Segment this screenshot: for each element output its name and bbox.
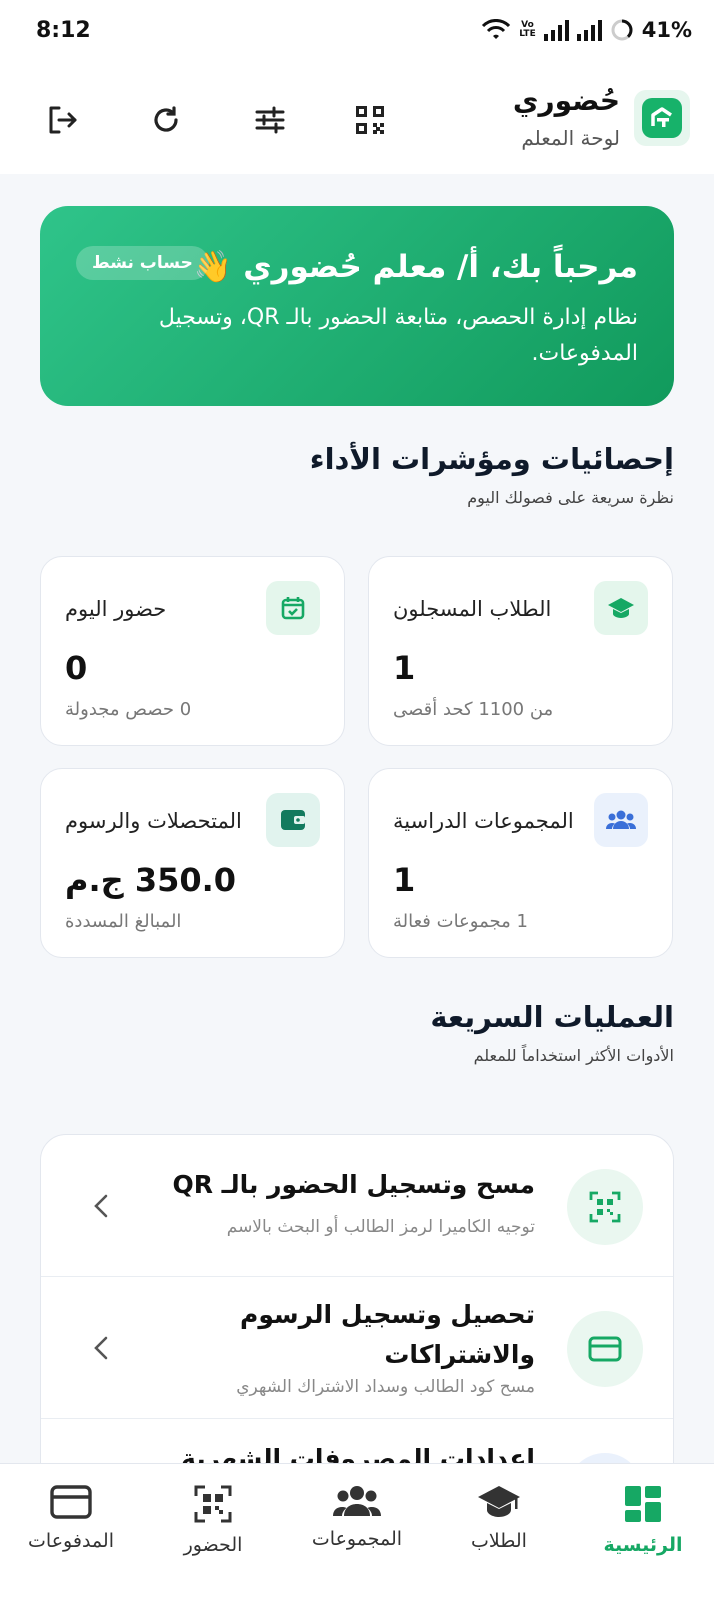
chevron-left-icon [89,1333,113,1363]
account-status-badge: حساب نشط [76,246,209,280]
nav-home[interactable]: الرئيسية [578,1484,708,1556]
app-title: حُضوري [512,84,620,117]
credit-card-icon [567,1311,643,1387]
stat-sub: 1 مجموعات فعالة [393,911,528,932]
stat-sub: من 1100 كحد أقصى [393,699,554,720]
chevron-left-icon [89,1191,113,1221]
stat-label: حضور اليوم [65,597,167,621]
signal-icon [543,19,569,41]
dashboard-icon [625,1486,661,1522]
battery-percent: 41% [641,18,692,42]
stat-card-attendance[interactable]: حضور اليوم 0 0 حصص مجدولة [40,556,345,746]
action-title: تحصيل وتسجيل الرسوم والاشتراكات [240,1300,535,1369]
welcome-banner: مرحباً بك، أ/ معلم حُضوري 👋 حساب نشط نظا… [40,206,674,406]
app-logo [634,90,690,146]
qr-code-icon [194,1485,232,1523]
users-icon [594,793,648,847]
action-title: مسح وتسجيل الحضور بالـ QR [172,1170,535,1199]
calendar-check-icon [266,581,320,635]
welcome-title: مرحباً بك، أ/ معلم حُضوري 👋 [193,249,638,285]
refresh-icon [154,106,178,132]
stat-sub: المبالغ المسددة [65,911,182,932]
status-time: 8:12 [36,18,91,43]
graduation-cap-icon [478,1486,520,1517]
sliders-icon [255,106,285,134]
nav-groups[interactable]: المجموعات [292,1484,422,1550]
stat-label: المجموعات الدراسية [393,809,574,833]
nav-label: الحضور [183,1534,243,1556]
qr-code-button[interactable] [348,98,392,142]
stats-section-title: إحصائيات ومؤشرات الأداء [309,442,674,476]
qr-code-icon [356,106,384,134]
stat-sub: 0 حصص مجدولة [65,699,192,720]
logout-button[interactable] [40,98,84,142]
actions-section-title: العمليات السريعة [430,1000,674,1034]
stat-card-payments[interactable]: المتحصلات والرسوم 350.0 ج.م المبالغ المس… [40,768,345,958]
stat-value: 0 [65,649,88,687]
wifi-icon [482,19,511,39]
stats-section-subtitle: نظرة سريعة على فصولك اليوم [467,488,674,507]
actions-section-subtitle: الأدوات الأكثر استخداماً للمعلم [473,1046,674,1065]
nav-payments[interactable]: المدفوعات [6,1484,136,1552]
graduation-cap-icon [594,581,648,635]
stat-value: 350.0 ج.م [65,861,237,899]
stat-card-students[interactable]: الطلاب المسجلون 1 من 1100 كحد أقصى [368,556,673,746]
stat-label: الطلاب المسجلون [393,597,552,621]
nav-label: المجموعات [311,1528,403,1550]
stat-value: 1 [393,649,416,687]
status-icons: Vo LTE 41% [481,18,692,42]
nav-students[interactable]: الطلاب [434,1484,564,1552]
signal-2-icon [576,19,602,41]
credit-card-icon [50,1485,92,1519]
stat-value: 1 [393,861,416,899]
action-collect-fees[interactable]: تحصيل وتسجيل الرسوم والاشتراكات مسح كود … [41,1277,673,1419]
wallet-icon [266,793,320,847]
action-qr-attendance[interactable]: مسح وتسجيل الحضور بالـ QR توجيه الكاميرا… [41,1135,673,1277]
stat-card-groups[interactable]: المجموعات الدراسية 1 1 مجموعات فعالة [368,768,673,958]
app-subtitle: لوحة المعلم [521,126,620,150]
action-subtitle: توجيه الكاميرا لرمز الطالب أو البحث بالا… [226,1217,535,1237]
action-subtitle: مسح كود الطالب وسداد الاشتراك الشهري [236,1377,535,1397]
welcome-description: نظام إدارة الحصص، متابعة الحضور بالـ QR،… [158,305,638,366]
stat-label: المتحصلات والرسوم [65,809,242,833]
refresh-button[interactable] [144,98,188,142]
filter-button[interactable] [248,98,292,142]
app-bar: حُضوري لوحة المعلم [0,64,714,174]
nav-label: المدفوعات [28,1530,114,1552]
users-icon [333,1486,381,1516]
volte-icon: Vo LTE [519,20,536,39]
bottom-navigation: الرئيسية الطلاب المجموعات الحضور المدفوع… [0,1463,714,1599]
logout-icon [49,106,77,134]
qr-scan-icon [567,1169,643,1245]
nav-label: الرئيسية [603,1534,683,1556]
nav-attendance[interactable]: الحضور [148,1484,278,1556]
nav-label: الطلاب [471,1530,527,1552]
battery-ring-icon [611,19,633,41]
status-bar: 8:12 Vo LTE 41% [0,0,714,64]
